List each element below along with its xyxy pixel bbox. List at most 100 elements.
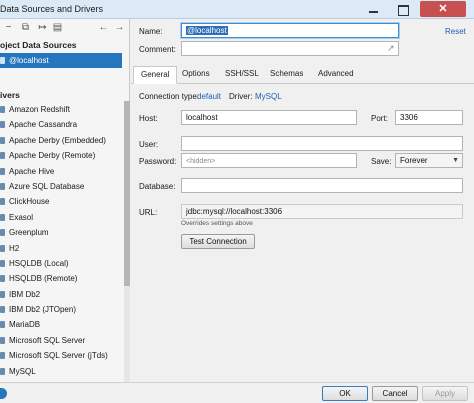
driver-label: MySQL <box>9 366 36 376</box>
driver-link[interactable]: MySQL <box>255 92 282 101</box>
tab-general[interactable]: General <box>133 66 178 84</box>
move-icon[interactable]: ↦ <box>37 22 48 33</box>
driver-item[interactable]: Azure SQL Database <box>0 179 124 194</box>
driver-item[interactable]: Apache Derby (Embedded) <box>0 133 124 148</box>
driver-item[interactable]: IBM Db2 <box>0 287 124 302</box>
url-hint: Overrides settings above <box>181 220 253 227</box>
window-title: Data Sources and Drivers <box>0 4 104 14</box>
data-source-item-localhost[interactable]: @localhost <box>0 53 122 68</box>
driver-label: ClickHouse <box>9 197 50 207</box>
close-button[interactable]: ✕ <box>420 1 466 17</box>
minimize-button[interactable] <box>360 2 386 17</box>
driver-icon <box>0 198 5 206</box>
driver-icon <box>0 275 5 283</box>
driver-item[interactable]: MySQL <box>0 364 124 379</box>
driver-icon <box>0 259 5 267</box>
driver-label: H2 <box>9 243 20 253</box>
driver-item[interactable]: Apache Hive <box>0 164 124 179</box>
connection-type-link[interactable]: default <box>197 92 221 101</box>
driver-list: Amazon Redshift Apache Cassandra Apache … <box>0 102 124 379</box>
cancel-button[interactable]: Cancel <box>372 386 418 401</box>
url-label: URL: <box>139 208 158 217</box>
properties-icon[interactable]: ▤ <box>52 22 63 33</box>
tab-advanced[interactable]: Advanced <box>311 66 361 84</box>
driver-icon <box>0 244 5 252</box>
host-field[interactable]: localhost <box>181 110 357 125</box>
apply-button[interactable]: Apply <box>422 386 468 401</box>
left-panel: − ⧉ ↦ ▤ ← → oject Data Sources @localhos… <box>0 19 130 382</box>
password-field[interactable]: <hidden> <box>181 153 357 168</box>
name-value: @localhost <box>186 26 228 35</box>
driver-label: Exasol <box>9 212 34 222</box>
driver-icon <box>0 136 5 144</box>
driver-item[interactable]: HSQLDB (Remote) <box>0 271 124 286</box>
driver-item[interactable]: Amazon Redshift <box>0 102 124 117</box>
duplicate-icon[interactable]: ⧉ <box>20 22 31 33</box>
connection-type-label: Connection type: <box>139 92 200 101</box>
driver-label: Apache Hive <box>9 166 55 176</box>
driver-icon <box>0 306 5 314</box>
driver-item[interactable]: Microsoft SQL Server (jTds) <box>0 348 124 363</box>
save-select[interactable]: Forever ▼ <box>395 153 463 168</box>
port-field[interactable]: 3306 <box>395 110 463 125</box>
driver-item[interactable]: Microsoft SQL Server <box>0 333 124 348</box>
back-icon[interactable]: ← <box>98 22 109 33</box>
driver-label: Azure SQL Database <box>9 181 85 191</box>
tab-schemas[interactable]: Schemas <box>263 66 310 84</box>
url-field[interactable]: jdbc:mysql://localhost:3306 <box>181 204 463 219</box>
forward-icon[interactable]: → <box>114 22 125 33</box>
project-data-sources-header: oject Data Sources <box>0 40 77 50</box>
driver-label: Microsoft SQL Server <box>9 335 86 345</box>
port-value: 3306 <box>400 113 418 122</box>
comment-field[interactable] <box>181 41 399 56</box>
ok-button[interactable]: OK <box>322 386 368 401</box>
maximize-button[interactable] <box>390 2 416 17</box>
driver-icon <box>0 182 5 190</box>
window-titlebar: Data Sources and Drivers ✕ <box>0 0 474 19</box>
data-source-label: @localhost <box>9 56 49 65</box>
driver-icon <box>0 106 5 113</box>
driver-item[interactable]: HSQLDB (Local) <box>0 256 124 271</box>
test-connection-button[interactable]: Test Connection <box>181 234 255 249</box>
dialog-footer: OK Cancel Apply <box>0 382 474 403</box>
save-value: Forever <box>400 156 428 165</box>
url-value: jdbc:mysql://localhost:3306 <box>186 207 283 216</box>
driver-item[interactable]: Exasol <box>0 210 124 225</box>
chevron-down-icon: ▼ <box>452 157 459 164</box>
driver-item[interactable]: Apache Cassandra <box>0 117 124 132</box>
user-label: User: <box>139 140 159 149</box>
port-label: Port: <box>371 114 388 123</box>
expand-icon[interactable]: ↗ <box>387 43 395 54</box>
reset-link[interactable]: Reset <box>445 27 466 36</box>
tab-ssh-ssl[interactable]: SSH/SSL <box>218 66 266 84</box>
driver-item[interactable]: MariaDB <box>0 317 124 332</box>
driver-label: Driver: <box>229 92 253 101</box>
scrollbar-thumb[interactable] <box>124 101 130 286</box>
tab-bar: General Options SSH/SSL Schemas Advanced <box>131 64 474 84</box>
driver-label: HSQLDB (Local) <box>9 258 69 268</box>
driver-label: HSQLDB (Remote) <box>9 274 78 284</box>
driver-icon <box>0 336 5 344</box>
database-field[interactable] <box>181 178 463 193</box>
name-field[interactable]: @localhost <box>181 23 399 38</box>
tab-options[interactable]: Options <box>175 66 217 84</box>
driver-icon <box>0 367 5 375</box>
driver-label: Amazon Redshift <box>9 105 70 114</box>
settings-panel: Name: @localhost Reset Comment: ↗ Genera… <box>131 19 474 382</box>
driver-icon <box>0 167 5 175</box>
driver-item[interactable]: Apache Derby (Remote) <box>0 148 124 163</box>
driver-list-scrollbar[interactable] <box>124 101 130 382</box>
driver-item[interactable]: ClickHouse <box>0 194 124 209</box>
remove-icon[interactable]: − <box>3 22 14 33</box>
host-label: Host: <box>139 114 158 123</box>
user-field[interactable] <box>181 136 463 151</box>
name-label: Name: <box>139 27 163 36</box>
driver-item[interactable]: Greenplum <box>0 225 124 240</box>
driver-icon <box>0 152 5 160</box>
password-placeholder: <hidden> <box>186 158 216 165</box>
help-icon[interactable] <box>0 388 7 399</box>
driver-item[interactable]: H2 <box>0 241 124 256</box>
driver-label: Microsoft SQL Server (jTds) <box>9 351 108 361</box>
driver-item[interactable]: IBM Db2 (JTOpen) <box>0 302 124 317</box>
driver-label: Greenplum <box>9 228 49 238</box>
